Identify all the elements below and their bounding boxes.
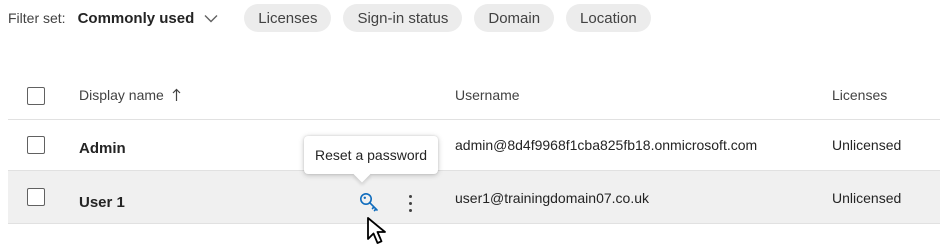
arrow-up-icon <box>172 88 181 102</box>
filter-bar: Filter set: Commonly used Licenses Sign-… <box>8 4 663 32</box>
filter-pill-location[interactable]: Location <box>566 4 651 32</box>
filter-pill-sign-in-status[interactable]: Sign-in status <box>343 4 463 32</box>
column-header-display-name[interactable]: Display name <box>79 87 181 103</box>
more-actions-button[interactable] <box>402 190 418 216</box>
key-icon <box>360 193 378 212</box>
select-all-checkbox[interactable] <box>27 87 45 105</box>
filter-set-label: Filter set: <box>8 10 66 26</box>
table-header-row: Display name Username Licenses <box>8 71 940 120</box>
user-username: admin@8d4f9968f1cba825fb18.onmicrosoft.c… <box>455 137 758 153</box>
reset-password-tooltip: Reset a password <box>304 136 439 183</box>
user-licenses: Unlicensed <box>832 137 902 153</box>
table-row[interactable]: Admin admin@8d4f9968f1cba825fb18.onmicro… <box>8 120 940 171</box>
chevron-down-icon <box>204 14 218 23</box>
user-licenses: Unlicensed <box>832 190 902 206</box>
user-display-name[interactable]: User 1 <box>79 194 125 211</box>
user-display-name[interactable]: Admin <box>79 140 126 157</box>
user-username: user1@trainingdomain07.co.uk <box>455 190 649 206</box>
row-checkbox[interactable] <box>27 188 45 206</box>
column-header-username[interactable]: Username <box>455 87 520 103</box>
filter-pill-domain[interactable]: Domain <box>474 4 555 32</box>
table-row[interactable]: User 1 user1@trainingdomain07.co.uk Unli… <box>8 171 940 224</box>
filter-set-value: Commonly used <box>77 9 195 27</box>
users-table: Display name Username Licenses Admin adm… <box>8 71 940 224</box>
row-checkbox[interactable] <box>27 136 45 154</box>
filter-set-dropdown[interactable]: Commonly used <box>78 10 219 27</box>
filter-pill-licenses[interactable]: Licenses <box>244 4 332 32</box>
more-vertical-icon <box>408 194 412 198</box>
tooltip-text: Reset a password <box>315 147 428 163</box>
reset-password-button[interactable] <box>358 191 380 213</box>
column-header-display-name-label: Display name <box>79 87 164 103</box>
column-header-licenses[interactable]: Licenses <box>832 87 887 103</box>
